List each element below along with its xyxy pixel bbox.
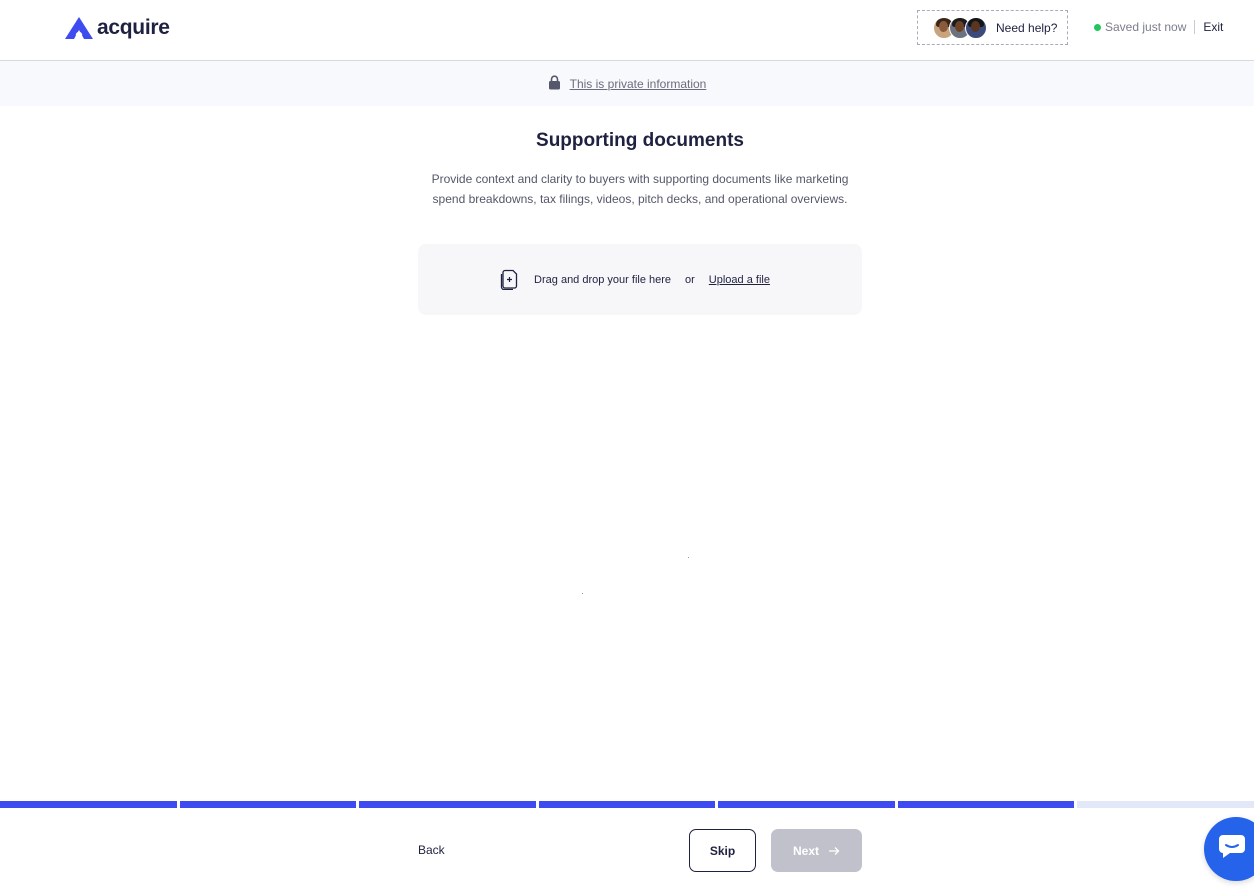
file-icon	[500, 269, 518, 290]
support-avatars	[933, 16, 987, 39]
exit-link[interactable]: Exit	[1203, 20, 1223, 34]
saved-status-dot-icon	[1094, 23, 1101, 31]
saved-status-text: Saved just now	[1105, 20, 1187, 34]
progress-segment	[897, 801, 1075, 808]
top-header: acquire Need help? Saved just now Exit	[0, 0, 1254, 61]
skip-button[interactable]: Skip	[689, 829, 756, 872]
arrow-right-icon	[829, 846, 840, 855]
progress-segment	[538, 801, 716, 808]
progress-segment	[718, 801, 895, 808]
or-text: or	[685, 273, 695, 286]
lock-icon	[548, 74, 560, 89]
logo-text: acquire	[97, 16, 170, 39]
save-status: Saved just now Exit	[1094, 20, 1223, 34]
page-description: Provide context and clarity to buyers wi…	[431, 172, 849, 206]
avatar	[965, 16, 987, 39]
stray-pixel	[688, 557, 689, 558]
divider	[1194, 20, 1196, 34]
file-dropzone[interactable]: Drag and drop your file here or Upload a…	[418, 244, 862, 315]
progress-segment	[1077, 801, 1254, 808]
page-title: Supporting documents	[536, 130, 744, 151]
need-help-label: Need help?	[996, 20, 1058, 35]
upload-file-link[interactable]: Upload a file	[709, 274, 770, 286]
progress-segment	[0, 801, 177, 808]
drag-drop-text: Drag and drop your file here	[534, 273, 672, 286]
back-button[interactable]: Back	[418, 843, 445, 857]
progress-segment	[359, 801, 536, 808]
chat-icon	[1219, 835, 1245, 858]
progress-segment	[179, 801, 357, 808]
chat-launcher[interactable]	[1204, 817, 1254, 881]
private-info-banner: This is private information	[0, 61, 1254, 106]
acquire-logo-icon	[65, 17, 93, 39]
next-button-label: Next	[792, 843, 819, 858]
need-help-button[interactable]: Need help?	[917, 10, 1068, 45]
next-button[interactable]: Next	[771, 829, 862, 872]
step-progress-bar	[0, 801, 1254, 808]
acquire-logo[interactable]: acquire	[64, 16, 170, 40]
stray-pixel	[582, 593, 583, 594]
private-info-link[interactable]: This is private information	[570, 77, 707, 91]
